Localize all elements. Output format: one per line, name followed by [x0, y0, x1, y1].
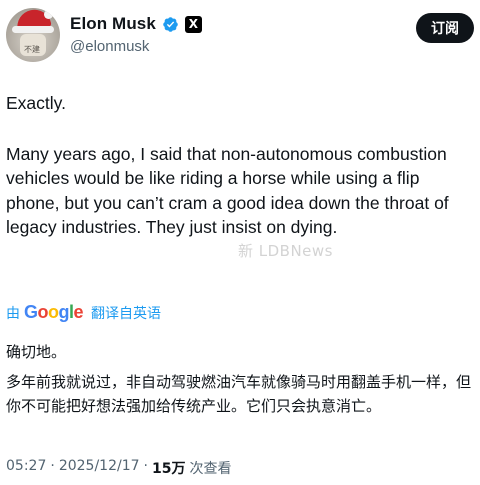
- views-label: 次查看: [189, 461, 232, 477]
- post-date[interactable]: 2025/12/17: [59, 458, 140, 478]
- translation-paragraph: 确切地。: [6, 343, 67, 361]
- x-affiliate-badge-icon: X: [184, 15, 202, 33]
- avatar-text: 不建: [24, 45, 40, 54]
- google-logo-icon: Google: [24, 302, 84, 322]
- user-handle[interactable]: @elonmusk: [70, 38, 149, 55]
- translation-attribution: 由 Google 翻译自英语: [6, 302, 161, 323]
- avatar[interactable]: 不建: [6, 8, 60, 62]
- by-label: 由: [6, 305, 20, 322]
- display-name[interactable]: Elon Musk: [70, 14, 156, 34]
- tweet-paragraph: Exactly.: [6, 93, 66, 113]
- subscribe-button[interactable]: 订阅: [416, 13, 474, 43]
- meta-separator: ·: [143, 458, 148, 474]
- meta-separator: ·: [50, 458, 55, 474]
- post-time[interactable]: 05:27: [6, 458, 46, 478]
- verified-badge-icon: [163, 16, 178, 32]
- name-row: Elon Musk X: [70, 14, 202, 34]
- translate-link[interactable]: 翻译自英语: [91, 303, 161, 323]
- watermark: 新 LDBNews: [238, 242, 333, 260]
- translation-paragraph: 多年前我就说过，非自动驾驶燃油汽车就像骑马时用翻盖手机一样，但你不可能把好想法强…: [6, 373, 472, 415]
- views-count: 15万: [151, 461, 186, 477]
- translated-text: 确切地。 多年前我就说过，非自动驾驶燃油汽车就像骑马时用翻盖手机一样，但你不可能…: [6, 340, 476, 418]
- tweet-header: 不建 Elon Musk X @elonmusk 订阅: [0, 0, 480, 70]
- tweet-paragraph: Many years ago, I said that non-autonomo…: [6, 143, 454, 238]
- tweet-meta: 05:27 · 2025/12/17 · 15万 次查看: [6, 458, 231, 478]
- tweet-text: Exactly. Many years ago, I said that non…: [6, 91, 476, 240]
